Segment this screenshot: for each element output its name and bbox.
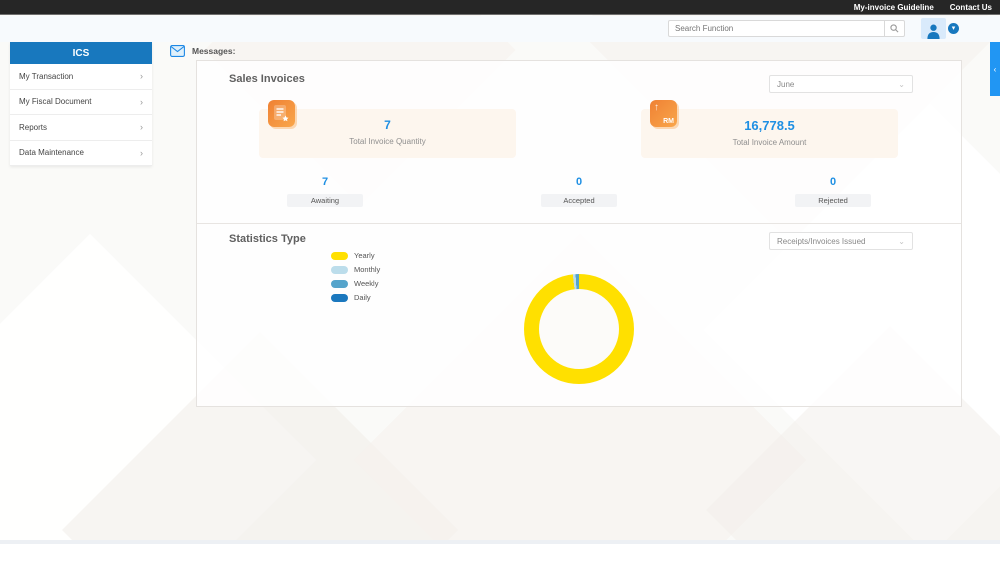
legend-label: Monthly: [354, 265, 381, 274]
month-filter-value: June: [777, 79, 795, 89]
statistics-filter-value: Receipts/Invoices Issued: [777, 236, 866, 246]
search-button[interactable]: [884, 21, 904, 36]
chevron-left-icon: ‹: [993, 64, 997, 74]
sidebar-item-my-transaction[interactable]: My Transaction ›: [10, 64, 152, 90]
messages-bar[interactable]: Messages:: [170, 45, 235, 57]
chevron-right-icon: ›: [140, 147, 143, 158]
awaiting-label: Awaiting: [287, 194, 363, 207]
legend-item-monthly[interactable]: Monthly: [331, 265, 380, 274]
sidebar-item-my-fiscal-document[interactable]: My Fiscal Document ›: [10, 89, 152, 115]
rm-label: RM: [663, 118, 674, 125]
contact-us-link[interactable]: Contact Us: [950, 3, 992, 12]
accepted-label: Accepted: [541, 194, 617, 207]
awaiting-counter: 7 Awaiting: [265, 176, 385, 207]
guideline-link[interactable]: My-invoice Guideline: [854, 3, 934, 12]
up-arrow-icon: ↑: [654, 102, 659, 113]
sidebar-item-label: Data Maintenance: [19, 148, 84, 158]
chevron-down-icon: ▾: [951, 25, 956, 32]
chevron-down-icon: ⌄: [898, 236, 905, 246]
envelope-icon: [170, 45, 185, 57]
dashboard-card: Sales Invoices June ⌄ 7 Total Invoice Qu…: [196, 60, 962, 407]
legend-item-weekly[interactable]: Weekly: [331, 279, 380, 288]
chevron-right-icon: ›: [140, 71, 143, 82]
rm-currency-icon: ↑ RM: [650, 100, 677, 127]
panel-collapse-tab[interactable]: ‹: [990, 42, 1000, 96]
sidebar: ICS My Transaction › My Fiscal Document …: [10, 42, 152, 166]
sidebar-item-reports[interactable]: Reports ›: [10, 115, 152, 141]
total-invoice-quantity-label: Total Invoice Quantity: [349, 137, 426, 146]
sidebar-item-data-maintenance[interactable]: Data Maintenance ›: [10, 140, 152, 166]
legend-label: Daily: [354, 293, 371, 302]
legend-label: Yearly: [354, 251, 375, 260]
chart-legend: Yearly Monthly Weekly Daily: [331, 251, 380, 307]
total-invoice-amount-value: 16,778.5: [744, 118, 795, 133]
legend-item-daily[interactable]: Daily: [331, 293, 380, 302]
total-invoice-quantity-value: 7: [384, 118, 391, 132]
app-window: My-invoice Guideline Contact Us ▾ ‹: [0, 0, 1000, 563]
search-input[interactable]: [669, 21, 884, 36]
header-band: ▾: [0, 16, 1000, 42]
sidebar-item-label: Reports: [19, 122, 48, 132]
search-box: [668, 20, 905, 37]
search-icon: [890, 24, 899, 33]
donut-chart: [524, 274, 634, 384]
account-menu-toggle[interactable]: ▾: [948, 23, 959, 34]
sales-invoices-title: Sales Invoices: [229, 73, 305, 85]
sidebar-item-label: My Fiscal Document: [19, 97, 92, 107]
statistics-type-title: Statistics Type: [229, 233, 306, 245]
total-invoice-amount-label: Total Invoice Amount: [732, 138, 807, 147]
statistics-filter-dropdown[interactable]: Receipts/Invoices Issued ⌄: [769, 232, 913, 250]
rejected-counter: 0 Rejected: [773, 176, 893, 207]
sidebar-item-label: My Transaction: [19, 71, 74, 81]
sidebar-title: ICS: [10, 42, 152, 64]
legend-swatch: [331, 251, 348, 260]
legend-swatch: [331, 279, 348, 288]
rejected-value: 0: [829, 176, 837, 188]
chevron-right-icon: ›: [140, 96, 143, 107]
accepted-value: 0: [575, 176, 583, 188]
user-profile-button[interactable]: [921, 18, 946, 39]
legend-label: Weekly: [354, 279, 379, 288]
user-icon: [927, 24, 940, 39]
invoice-document-icon: [268, 100, 295, 127]
top-utility-bar: My-invoice Guideline Contact Us: [0, 0, 1000, 15]
rejected-label: Rejected: [795, 194, 871, 207]
legend-swatch: [331, 265, 348, 274]
total-invoice-amount-card: ↑ RM 16,778.5 Total Invoice Amount: [641, 100, 898, 158]
section-divider: [197, 223, 961, 224]
messages-label: Messages:: [192, 46, 236, 56]
month-filter-dropdown[interactable]: June ⌄: [769, 75, 913, 93]
total-invoice-quantity-card: 7 Total Invoice Quantity: [259, 100, 516, 158]
legend-item-yearly[interactable]: Yearly: [331, 251, 380, 260]
chevron-down-icon: ⌄: [898, 79, 905, 89]
legend-swatch: [331, 293, 348, 302]
footer: [0, 544, 1000, 563]
chevron-right-icon: ›: [140, 122, 143, 133]
accepted-counter: 0 Accepted: [519, 176, 639, 207]
awaiting-value: 7: [321, 176, 329, 188]
